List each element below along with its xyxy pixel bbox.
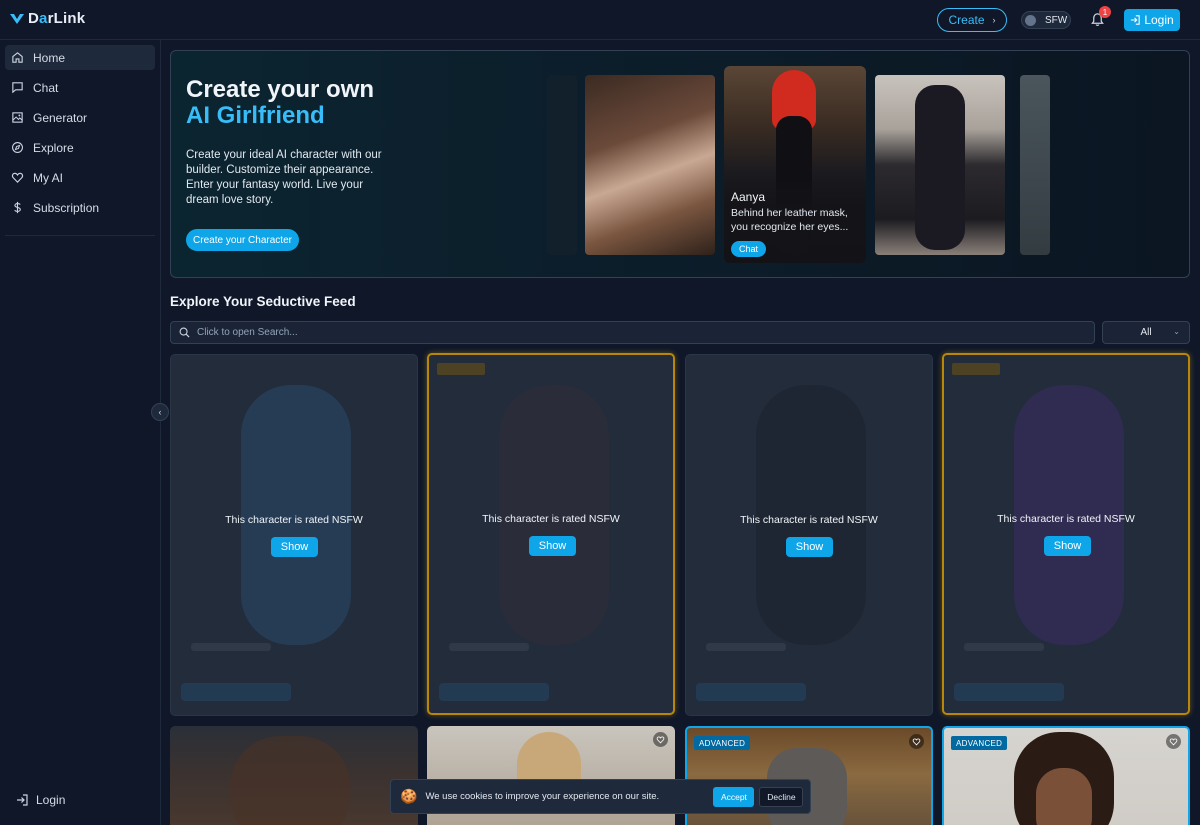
character-card[interactable] bbox=[170, 726, 418, 825]
decline-cookies-button[interactable]: Decline bbox=[759, 786, 804, 807]
sidebar-login[interactable]: Login bbox=[16, 793, 65, 807]
character-card-advanced[interactable]: ADVANCED bbox=[942, 726, 1190, 825]
logo-icon bbox=[10, 13, 24, 24]
dollar-icon bbox=[14, 201, 21, 214]
carousel-card-featured[interactable]: Aanya Behind her leather mask, you recog… bbox=[724, 66, 866, 263]
heart-icon bbox=[11, 172, 24, 183]
logo-text: DarLink bbox=[28, 10, 86, 27]
create-button-label: Create bbox=[948, 13, 985, 27]
character-card-premium[interactable]: This character is rated NSFW Show bbox=[427, 353, 675, 715]
character-card-premium[interactable]: This character is rated NSFW Show bbox=[942, 353, 1190, 715]
nsfw-warning: This character is rated NSFW bbox=[740, 514, 878, 526]
sidebar-item-generator[interactable]: Generator bbox=[5, 105, 155, 130]
character-image bbox=[230, 736, 350, 825]
login-icon bbox=[1131, 15, 1141, 25]
filter-select[interactable]: All ⌄ bbox=[1102, 321, 1190, 344]
accept-cookies-button[interactable]: Accept bbox=[713, 786, 755, 807]
login-button-label: Login bbox=[1144, 13, 1174, 27]
sidebar-item-label: Subscription bbox=[33, 200, 100, 215]
search-input[interactable] bbox=[197, 327, 1077, 338]
chevron-right-icon: › bbox=[992, 15, 996, 25]
create-button[interactable]: Create › bbox=[937, 8, 1007, 32]
heart-icon bbox=[1169, 738, 1178, 746]
advanced-badge: ADVANCED bbox=[694, 736, 751, 750]
show-button[interactable]: Show bbox=[529, 536, 576, 556]
advanced-badge: ADVANCED bbox=[951, 736, 1008, 750]
carousel-card-faded bbox=[547, 75, 577, 255]
character-card[interactable]: This character is rated NSFW Show bbox=[685, 354, 933, 716]
carousel-card[interactable] bbox=[585, 75, 715, 255]
top-bar: DarLink Create › SFW 1 Login bbox=[0, 0, 1200, 40]
search-icon bbox=[179, 327, 190, 338]
hero-title: Create your own bbox=[186, 76, 375, 103]
sidebar-collapse-button[interactable]: ‹ bbox=[151, 403, 169, 421]
image-icon bbox=[12, 112, 23, 123]
sidebar-item-home[interactable]: Home bbox=[5, 45, 155, 70]
favorite-button[interactable] bbox=[909, 734, 924, 749]
sidebar-item-explore[interactable]: Explore bbox=[5, 135, 155, 160]
character-description: Behind her leather mask, you recognize h… bbox=[731, 207, 849, 233]
nsfw-warning: This character is rated NSFW bbox=[225, 514, 363, 526]
favorite-button[interactable] bbox=[1166, 734, 1181, 749]
home-icon bbox=[12, 52, 23, 63]
cookie-message: We use cookies to improve your experienc… bbox=[425, 791, 660, 802]
character-name: Aanya bbox=[731, 190, 766, 204]
notification-badge: 1 bbox=[1099, 6, 1111, 18]
sidebar-item-chat[interactable]: Chat bbox=[5, 75, 155, 100]
sfw-label: SFW bbox=[1045, 14, 1068, 26]
sidebar-item-label: My AI bbox=[33, 170, 64, 185]
sidebar-item-label: Home bbox=[33, 50, 66, 65]
character-image bbox=[915, 85, 965, 250]
sidebar-item-subscription[interactable]: Subscription bbox=[5, 195, 155, 220]
sidebar-item-my-ai[interactable]: My AI bbox=[5, 165, 155, 190]
chat-icon bbox=[12, 82, 23, 94]
nsfw-warning: This character is rated NSFW bbox=[997, 513, 1135, 525]
create-character-button[interactable]: Create your Character bbox=[186, 229, 299, 251]
sidebar-item-label: Generator bbox=[33, 110, 88, 125]
login-button[interactable]: Login bbox=[1124, 9, 1180, 31]
hero-banner: Create your own AI Girlfriend Create you… bbox=[170, 50, 1190, 278]
sidebar-login-label: Login bbox=[36, 793, 66, 807]
sidebar-divider bbox=[5, 235, 155, 236]
show-button[interactable]: Show bbox=[271, 537, 318, 557]
sidebar-item-label: Explore bbox=[33, 140, 74, 155]
hero-description: Create your ideal AI character with our … bbox=[186, 149, 382, 206]
cookie-icon: 🍪 bbox=[400, 788, 418, 804]
feed-title: Explore Your Seductive Feed bbox=[170, 294, 356, 309]
login-icon bbox=[17, 794, 28, 806]
nsfw-warning: This character is rated NSFW bbox=[482, 513, 620, 525]
carousel-card[interactable] bbox=[875, 75, 1005, 255]
filter-value: All bbox=[1140, 327, 1152, 338]
cookie-banner: 🍪 We use cookies to improve your experie… bbox=[390, 779, 811, 814]
chevron-down-icon: ⌄ bbox=[1173, 327, 1180, 336]
chat-button[interactable]: Chat bbox=[731, 241, 766, 257]
logo[interactable]: DarLink bbox=[9, 10, 85, 27]
carousel-card-faded bbox=[1020, 75, 1050, 255]
heart-icon bbox=[656, 736, 665, 744]
hero-title-accent: AI Girlfriend bbox=[186, 102, 325, 129]
sidebar-item-label: Chat bbox=[33, 80, 59, 95]
favorite-button[interactable] bbox=[653, 732, 668, 747]
toggle-knob bbox=[1025, 14, 1036, 26]
show-button[interactable]: Show bbox=[786, 537, 833, 557]
search-bar[interactable] bbox=[170, 321, 1095, 344]
compass-icon bbox=[12, 142, 23, 153]
show-button[interactable]: Show bbox=[1044, 536, 1091, 556]
chevron-left-icon: ‹ bbox=[158, 407, 162, 417]
heart-icon bbox=[912, 738, 921, 746]
sfw-toggle[interactable]: SFW bbox=[1021, 11, 1071, 29]
character-card[interactable]: This character is rated NSFW Show bbox=[170, 354, 418, 716]
sidebar: Home Chat Generator Explore My AI Subscr… bbox=[0, 40, 161, 825]
